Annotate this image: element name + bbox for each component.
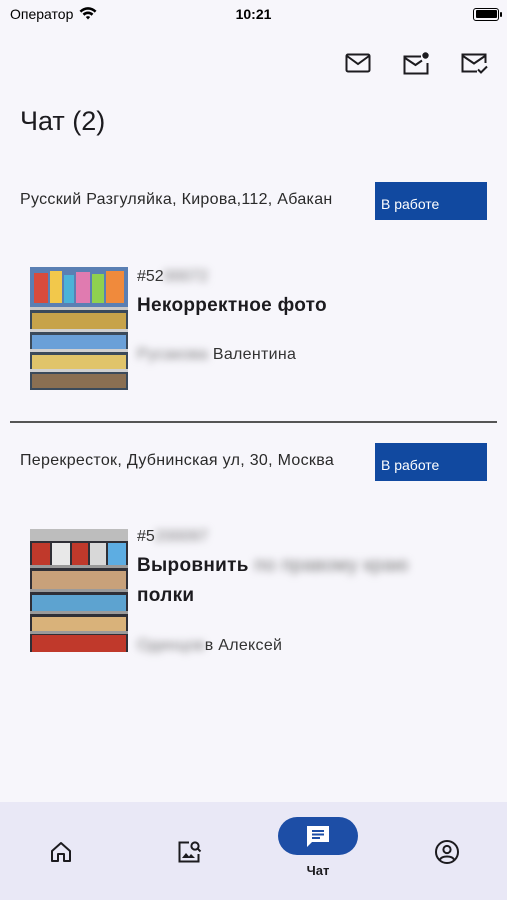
chat-icon[interactable]: [278, 817, 358, 855]
task-number-hidden: 200097: [154, 528, 209, 545]
assignee-hidden: Одинцов: [137, 637, 205, 654]
status-badge: В работе: [375, 182, 487, 220]
status-left: Оператор: [10, 6, 97, 23]
carrier-label: Оператор: [10, 6, 74, 22]
task-title-hidden: по правому краю: [254, 555, 409, 576]
top-actions: [343, 48, 489, 78]
task-title-visible: Некорректное фото: [137, 295, 327, 316]
task-number: #5200072: [137, 268, 208, 286]
store-address: Русский Разгуляйка, Кирова,112, Абакан: [20, 191, 333, 208]
home-icon[interactable]: [41, 833, 81, 871]
account-icon[interactable]: [427, 833, 467, 871]
nav-item-chat[interactable]: Чат: [278, 802, 358, 900]
task-title: Некорректное фото: [137, 291, 467, 321]
mail-unread-icon[interactable]: [401, 48, 431, 78]
chat-card[interactable]: Русский Разгуляйка, Кирова,112, Абакан В…: [0, 180, 507, 400]
assignee-visible: Валентина: [212, 346, 297, 363]
chat-card[interactable]: Перекресток, Дубнинская ул, 30, Москва В…: [0, 441, 507, 661]
mail-check-icon[interactable]: [459, 48, 489, 78]
nav-item-home[interactable]: [41, 802, 81, 900]
task-number-visible: #5: [137, 528, 155, 545]
store-address: Перекресток, Дубнинская ул, 30, Москва: [20, 452, 335, 469]
wifi-icon: [79, 6, 97, 23]
task-photo[interactable]: [30, 267, 128, 390]
battery-icon: [473, 7, 502, 21]
assignee-visible: в Алексей: [204, 637, 283, 654]
task-number-hidden: 00072: [163, 268, 209, 285]
divider: [10, 421, 497, 423]
nav-item-profile[interactable]: [427, 802, 467, 900]
task-number: #5200097: [137, 528, 208, 546]
status-bar: Оператор 10:21: [0, 0, 507, 28]
page-title: Чат (2): [20, 106, 106, 136]
nav-label-chat: Чат: [306, 863, 330, 878]
task-title: Выровнить по правому краю полки: [137, 551, 467, 611]
task-assignee: Русакова Валентина: [137, 346, 296, 364]
image-search-icon[interactable]: [169, 833, 209, 871]
status-badge: В работе: [375, 443, 487, 481]
mail-icon[interactable]: [343, 48, 373, 78]
task-photo[interactable]: [30, 529, 128, 652]
nav-item-photos[interactable]: [169, 802, 209, 900]
task-title-visible: Выровнить: [137, 555, 249, 576]
task-assignee: Одинцовв Алексей: [137, 637, 282, 655]
bottom-nav: Чат: [0, 802, 507, 900]
assignee-hidden: Русакова: [137, 346, 209, 363]
task-title-line2: полки: [137, 585, 195, 606]
task-number-visible: #52: [137, 268, 164, 285]
